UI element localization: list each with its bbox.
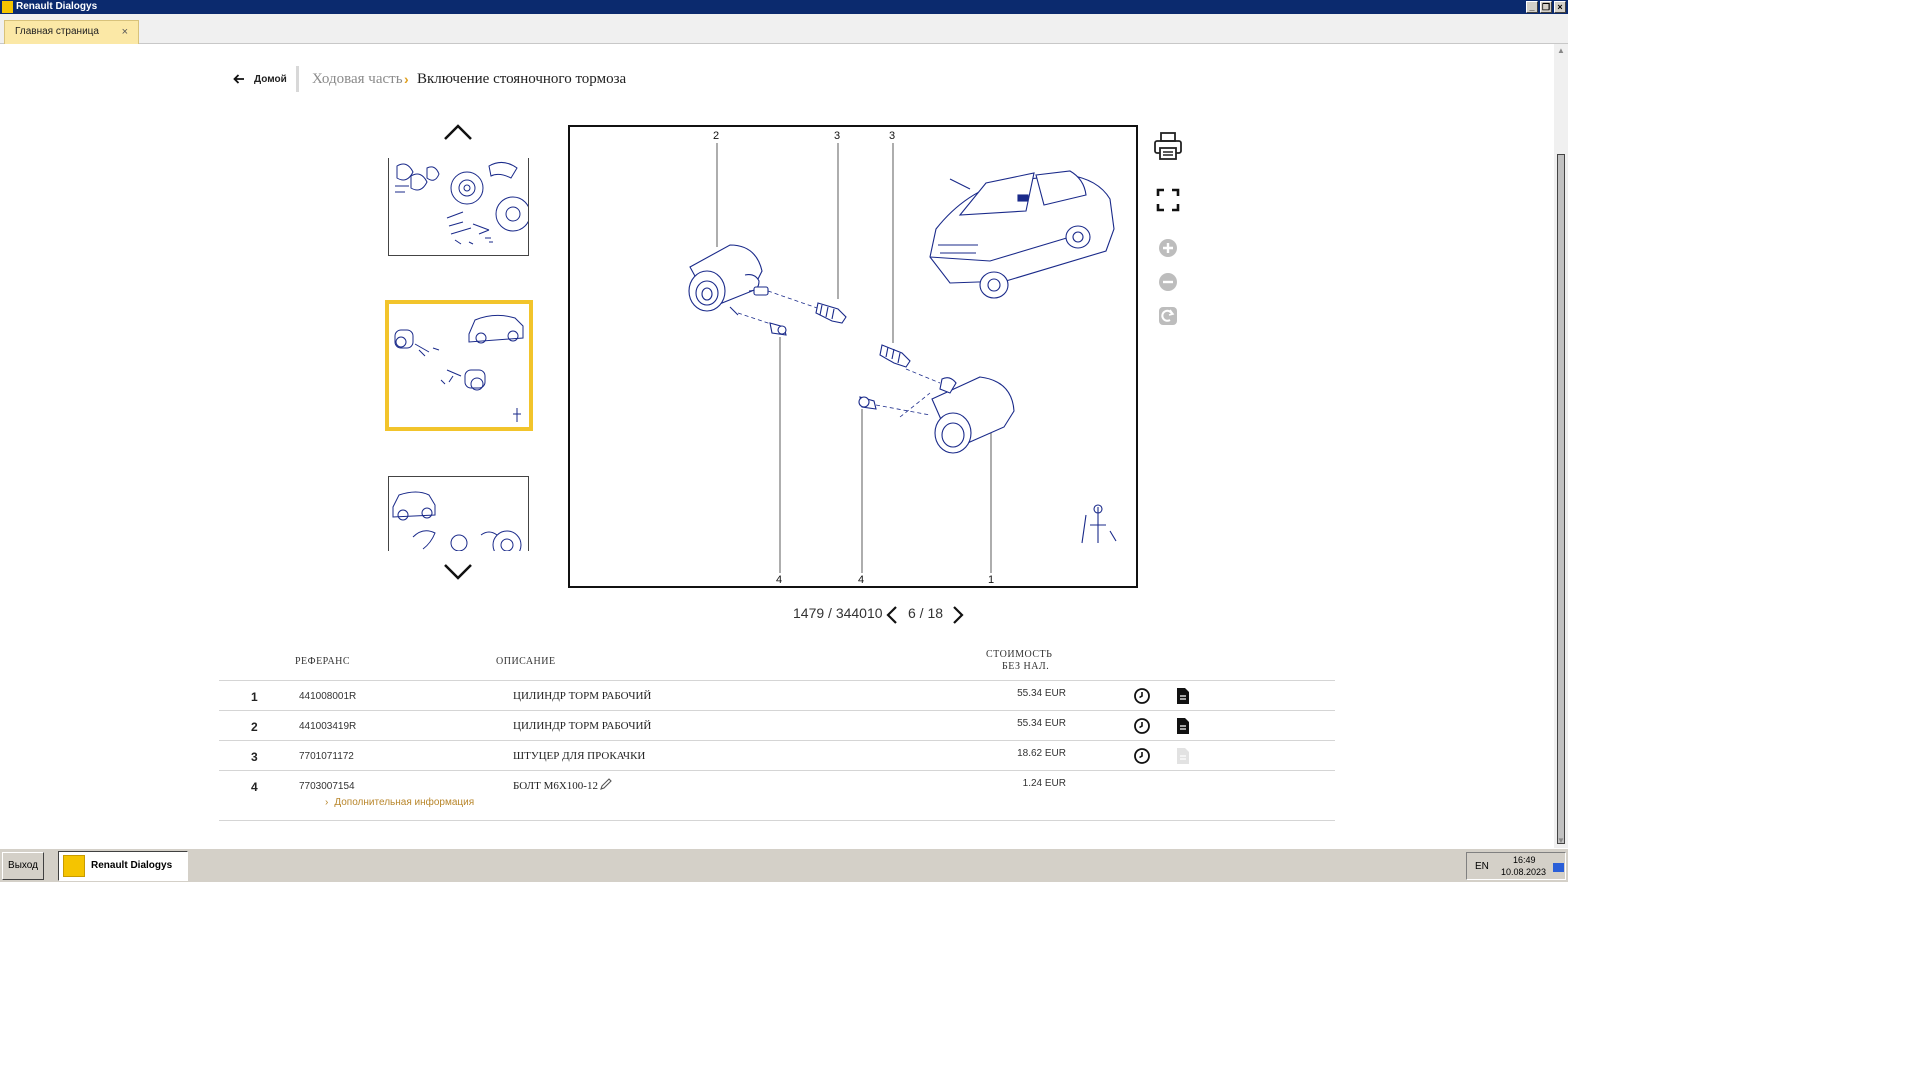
part-reference[interactable]: 7703007154 <box>299 781 355 792</box>
wheel-cylinder-lower[interactable] <box>931 376 1015 454</box>
part-price: 55.34 EUR <box>1017 718 1066 729</box>
edit-pencil-icon[interactable] <box>599 777 613 791</box>
bleeder-screw-lower[interactable] <box>879 344 911 368</box>
breadcrumb-current: Включение стояночного тормоза <box>417 71 627 87</box>
thumbnail-parking-brake-selected[interactable] <box>385 300 533 431</box>
close-window-button[interactable]: × <box>1554 1 1566 13</box>
thumbnail-2-image <box>394 314 524 422</box>
tab-bar: Главная страница × <box>0 14 1568 44</box>
page-indicator: 6 / 18 <box>908 605 944 621</box>
diagram-viewer[interactable]: 2 3 3 4 4 1 <box>568 125 1138 588</box>
table-row[interactable]: 1 441008001R ЦИЛИНДР ТОРМ РАБОЧИЙ 55.34 … <box>219 680 1335 710</box>
thumbnail-rear-brake[interactable] <box>388 476 529 551</box>
taskbar-app-button[interactable]: Renault Dialogys <box>58 851 188 881</box>
tab-home-label: Главная страница <box>15 26 99 37</box>
thumbnail-1-image <box>395 162 528 245</box>
more-info-link[interactable]: › Дополнительная информация <box>325 797 474 808</box>
callout-label[interactable]: 1 <box>988 574 994 586</box>
row-number: 2 <box>251 720 258 734</box>
scroll-up-arrow-icon[interactable]: ▲ <box>1554 44 1568 58</box>
part-description: ЦИЛИНДР ТОРМ РАБОЧИЙ <box>513 720 652 732</box>
window-title: Renault Dialogys <box>16 1 98 12</box>
part-description: БОЛТ M6X100-12 <box>513 780 598 792</box>
tray-flag-icon[interactable] <box>1553 863 1564 872</box>
thumbnails-down-chevron-icon[interactable] <box>442 562 474 582</box>
vertical-scrollbar[interactable]: ▲ ▼ <box>1554 44 1568 848</box>
fullscreen-icon[interactable] <box>1152 184 1184 216</box>
column-header-price-line2: БЕЗ НАЛ. <box>1002 661 1050 672</box>
part-reference[interactable]: 441003419R <box>299 721 356 732</box>
bleeder-screw-upper[interactable] <box>815 302 847 324</box>
thumbnail-3-image <box>392 491 522 551</box>
wheel-cylinder-upper[interactable] <box>688 244 769 316</box>
table-bottom-divider <box>219 820 1335 821</box>
row-number: 3 <box>251 750 258 764</box>
back-arrow-icon[interactable] <box>232 72 246 86</box>
tab-close-icon[interactable]: × <box>122 21 128 43</box>
row-number: 1 <box>251 690 258 704</box>
part-reference[interactable]: 441008001R <box>299 691 356 702</box>
exit-button[interactable]: Выход <box>2 852 44 880</box>
reset-view-icon[interactable] <box>1152 300 1184 332</box>
taskbar-app-label: Renault Dialogys <box>91 860 173 871</box>
history-clock-icon[interactable] <box>1133 747 1151 765</box>
document-icon[interactable] <box>1174 687 1192 705</box>
previous-page-chevron-icon[interactable] <box>884 605 900 625</box>
parts-diagram: 2 3 3 4 4 1 <box>688 130 1117 586</box>
callout-label[interactable]: 4 <box>858 574 864 586</box>
breadcrumb-chevron-icon: › <box>404 71 409 87</box>
callout-label[interactable]: 2 <box>713 130 719 142</box>
window-titlebar: Renault Dialogys _ ❐ × <box>0 0 1568 14</box>
callout-label[interactable]: 4 <box>776 574 782 586</box>
home-link[interactable]: Домой <box>254 74 287 85</box>
vehicle-illustration <box>929 170 1115 299</box>
table-row[interactable]: 4 7703007154 БОЛТ M6X100-12 1.24 EUR › До… <box>219 770 1335 820</box>
language-indicator[interactable]: EN <box>1475 861 1489 872</box>
scroll-down-arrow-icon[interactable]: ▼ <box>1554 834 1568 848</box>
thumbnail-brake-parts[interactable] <box>388 158 529 256</box>
system-tray: EN 16:49 10.08.2023 <box>1466 852 1566 880</box>
breadcrumb-parent[interactable]: Ходовая часть <box>312 71 403 88</box>
row-number: 4 <box>251 780 258 794</box>
chevron-right-icon: › <box>325 797 329 808</box>
bolt-lower[interactable] <box>858 396 877 410</box>
document-icon[interactable] <box>1174 717 1192 735</box>
part-price: 18.62 EUR <box>1017 748 1066 759</box>
tab-home[interactable]: Главная страница × <box>4 20 139 44</box>
part-description: ЦИЛИНДР ТОРМ РАБОЧИЙ <box>513 690 652 702</box>
column-header-price-line1: СТОИМОСТЬ <box>986 649 1053 660</box>
clock-date: 10.08.2023 <box>1501 867 1547 877</box>
more-info-label: Дополнительная информация <box>334 797 475 808</box>
print-icon[interactable] <box>1152 130 1184 162</box>
zoom-out-icon[interactable] <box>1152 266 1184 298</box>
taskbar: Выход Renault Dialogys EN 16:49 10.08.20… <box>0 848 1568 882</box>
axis-symbol-icon <box>1081 504 1117 544</box>
callout-label[interactable]: 3 <box>834 130 840 142</box>
clock-time: 16:49 <box>1513 855 1536 865</box>
thumbnails-up-chevron-icon[interactable] <box>442 122 474 142</box>
document-icon-disabled <box>1177 748 1189 764</box>
renault-logo-icon <box>2 1 13 13</box>
part-description: ШТУЦЕР ДЛЯ ПРОКАЧКИ <box>513 750 646 762</box>
column-header-description: ОПИСАНИЕ <box>496 656 556 667</box>
history-clock-icon[interactable] <box>1133 717 1151 735</box>
table-row[interactable]: 3 7701071172 ШТУЦЕР ДЛЯ ПРОКАЧКИ 18.62 E… <box>219 740 1335 770</box>
part-price: 1.24 EUR <box>1022 778 1066 789</box>
part-reference[interactable]: 7701071172 <box>299 751 354 762</box>
minimize-button[interactable]: _ <box>1526 1 1538 13</box>
part-price: 55.34 EUR <box>1017 688 1066 699</box>
bolt-upper[interactable] <box>769 322 787 336</box>
history-clock-icon[interactable] <box>1133 687 1151 705</box>
column-header-reference: РЕФЕРАНС <box>295 656 351 667</box>
scrollbar-thumb[interactable] <box>1557 154 1565 844</box>
renault-logo-icon <box>63 855 85 877</box>
table-row[interactable]: 2 441003419R ЦИЛИНДР ТОРМ РАБОЧИЙ 55.34 … <box>219 710 1335 740</box>
diagram-reference: 1479 / 344010 <box>793 605 883 621</box>
zoom-in-icon[interactable] <box>1152 232 1184 264</box>
breadcrumb-divider <box>296 66 299 92</box>
next-page-chevron-icon[interactable] <box>950 605 966 625</box>
restore-button[interactable]: ❐ <box>1540 1 1552 13</box>
callout-label[interactable]: 3 <box>889 130 895 142</box>
